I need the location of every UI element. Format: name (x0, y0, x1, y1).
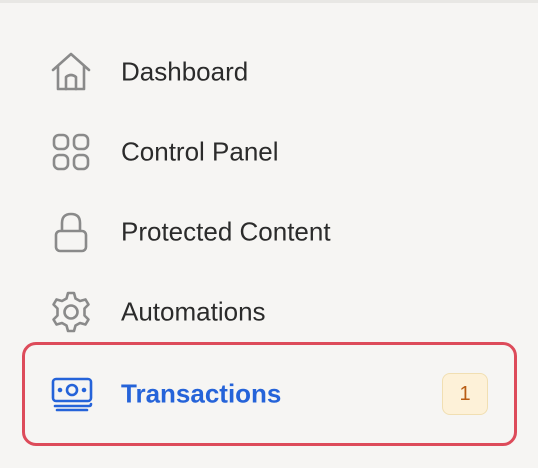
lock-icon (48, 209, 94, 255)
sidebar-nav: Dashboard Control Panel Protected Conten… (0, 0, 538, 468)
sidebar-item-transactions[interactable]: Transactions 1 (22, 342, 517, 446)
home-icon (48, 49, 94, 95)
sidebar-item-protected-content[interactable]: Protected Content (24, 197, 516, 267)
sidebar-item-label: Transactions (121, 378, 282, 409)
sidebar-item-label: Control Panel (121, 136, 279, 167)
sidebar-item-automations[interactable]: Automations (24, 277, 516, 347)
grid-icon (48, 129, 94, 175)
sidebar-item-label: Protected Content (121, 216, 331, 247)
sidebar-item-label: Dashboard (121, 56, 249, 87)
sidebar-item-control-panel[interactable]: Control Panel (24, 117, 516, 187)
sidebar-item-dashboard[interactable]: Dashboard (24, 37, 516, 107)
banknote-icon (49, 371, 95, 417)
gear-icon (48, 289, 94, 335)
sidebar-item-label: Automations (121, 296, 266, 327)
notification-badge: 1 (442, 373, 488, 415)
